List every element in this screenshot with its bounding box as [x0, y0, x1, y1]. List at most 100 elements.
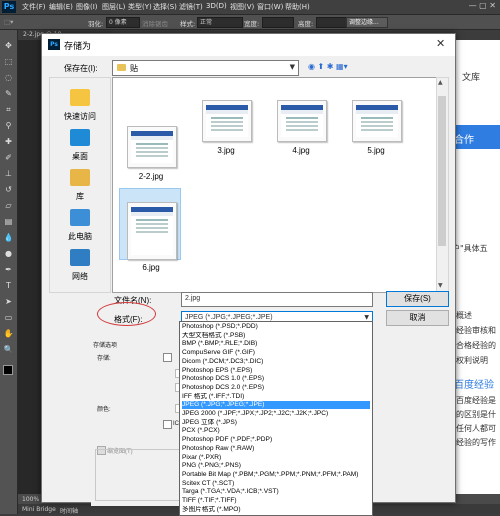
zoom-tool-icon[interactable]: 🔍: [3, 344, 14, 355]
format-option[interactable]: Photoshop DCS 2.0 (*.EPS): [182, 384, 370, 392]
shape-tool-icon[interactable]: ▭: [3, 312, 14, 323]
format-option[interactable]: JPEG 立体 (*.JPS): [182, 419, 370, 427]
width-input[interactable]: [262, 17, 294, 28]
place-desktop[interactable]: 桌面: [50, 126, 110, 168]
brush-tool-icon[interactable]: ✐: [3, 152, 14, 163]
text-tool-icon[interactable]: T: [3, 280, 14, 291]
file-list[interactable]: 2-2.jpg 3.jpg 4.jpg 5.jpg 6.jpg: [112, 77, 438, 293]
format-option[interactable]: Portable Bit Map (*.PBM;*.PGM;*.PPM;*.PN…: [182, 471, 370, 479]
back-icon[interactable]: ◉: [308, 62, 315, 71]
scrollbar-thumb[interactable]: [438, 96, 446, 246]
format-option[interactable]: Photoshop Raw (*.RAW): [182, 445, 370, 453]
menu-3d[interactable]: 3D(D): [206, 2, 227, 10]
history-brush-tool-icon[interactable]: ↺: [3, 184, 14, 195]
file-name[interactable]: 3.jpg: [196, 146, 256, 155]
move-tool-icon[interactable]: ✥: [3, 40, 14, 51]
format-option[interactable]: Scitex CT (*.SCT): [182, 480, 370, 488]
window-controls[interactable]: — ▢ ✕: [469, 1, 496, 10]
healing-tool-icon[interactable]: ✚: [3, 136, 14, 147]
format-option[interactable]: Photoshop (*.PSD;*.PDD): [182, 323, 370, 331]
menu-help[interactable]: 帮助(H): [285, 2, 310, 12]
format-option[interactable]: PNG (*.PNG;*.PNS): [182, 462, 370, 470]
format-option[interactable]: 大型文档格式 (*.PSB): [182, 332, 370, 340]
foreground-color-swatch[interactable]: [3, 365, 13, 375]
menu-layer[interactable]: 图层(L): [102, 2, 125, 12]
menu-type[interactable]: 类型(Y): [128, 2, 152, 12]
file-name[interactable]: 6.jpg: [121, 263, 181, 272]
place-computer[interactable]: 此电脑: [50, 206, 110, 248]
file-name[interactable]: 5.jpg: [346, 146, 406, 155]
scroll-up-icon[interactable]: ▲: [438, 79, 443, 86]
format-option[interactable]: 多图片格式 (*.MPO): [182, 506, 370, 514]
menu-image[interactable]: 图像(I): [76, 2, 98, 12]
place-label: 桌面: [72, 152, 88, 161]
style-select[interactable]: 正常: [197, 17, 243, 28]
format-option[interactable]: Pixar (*.PXR): [182, 454, 370, 462]
file-list-scrollbar[interactable]: ▲ ▼: [436, 77, 449, 293]
file-thumbnail[interactable]: [202, 100, 252, 142]
quick-select-tool-icon[interactable]: ✎: [3, 88, 14, 99]
quick-access-icon: [70, 89, 90, 106]
menu-view[interactable]: 视图(V): [230, 2, 254, 12]
path-select-tool-icon[interactable]: ➤: [3, 296, 14, 307]
menu-edit[interactable]: 编辑(E): [49, 2, 73, 12]
format-dropdown-list[interactable]: Photoshop (*.PSD;*.PDD) 大型文档格式 (*.PSB) BMP…: [179, 321, 373, 516]
eraser-tool-icon[interactable]: ▱: [3, 200, 14, 211]
icc-checkbox[interactable]: [163, 420, 172, 429]
dodge-tool-icon[interactable]: ●: [3, 248, 14, 259]
format-option[interactable]: PCX (*.PCX): [182, 427, 370, 435]
format-option[interactable]: IFF 格式 (*.IFF;*.TDI): [182, 393, 370, 401]
cancel-button[interactable]: 取消: [386, 310, 449, 326]
stamp-tool-icon[interactable]: ⊥: [3, 168, 14, 179]
marquee-tool-icon[interactable]: ⬚▾: [4, 18, 13, 26]
format-option[interactable]: JPEG (*.JPG;*.JPEG;*.JPE): [182, 401, 370, 410]
place-library[interactable]: 库: [50, 166, 110, 208]
store-checkbox-1[interactable]: [163, 353, 172, 362]
blur-tool-icon[interactable]: 💧: [3, 232, 14, 243]
menu-select[interactable]: 选择(S): [153, 2, 177, 12]
save-in-value: 贴: [130, 64, 138, 73]
scroll-down-icon[interactable]: ▼: [438, 282, 443, 289]
menu-window[interactable]: 窗口(W): [257, 2, 283, 12]
filename-input[interactable]: 2.jpg: [181, 292, 373, 307]
view-menu-icon[interactable]: ▦▾: [336, 62, 348, 71]
crop-tool-icon[interactable]: ⌗: [3, 104, 14, 115]
tab-mini-bridge[interactable]: Mini Bridge: [22, 506, 56, 513]
place-quick-access[interactable]: 快速访问: [50, 86, 110, 128]
up-folder-icon[interactable]: ⬆: [318, 62, 325, 71]
file-name[interactable]: 4.jpg: [271, 146, 331, 155]
format-option[interactable]: Photoshop EPS (*.EPS): [182, 367, 370, 375]
marquee-tool-icon[interactable]: ⬚: [3, 56, 14, 67]
menu-filter[interactable]: 滤镜(T): [179, 2, 203, 12]
format-option[interactable]: BMP (*.BMP;*.RLE;*.DIB): [182, 340, 370, 348]
close-icon[interactable]: ✕: [436, 37, 445, 50]
format-option[interactable]: Photoshop DCS 1.0 (*.EPS): [182, 375, 370, 383]
pen-tool-icon[interactable]: ✒: [3, 264, 14, 275]
save-button[interactable]: 保存(S): [386, 291, 449, 307]
format-option[interactable]: Photoshop PDF (*.PDF;*.PDP): [182, 436, 370, 444]
file-name[interactable]: 2-2.jpg: [121, 172, 181, 181]
eyedropper-tool-icon[interactable]: ⚲: [3, 120, 14, 131]
height-input[interactable]: [316, 17, 348, 28]
feather-input[interactable]: 0 像素: [106, 17, 140, 28]
file-thumbnail[interactable]: [127, 202, 177, 260]
menu-file[interactable]: 文件(F): [22, 2, 46, 12]
lasso-tool-icon[interactable]: ◌: [3, 72, 14, 83]
format-option[interactable]: TIFF (*.TIF;*.TIFF): [182, 497, 370, 505]
format-option[interactable]: JPEG 2000 (*.JPF;*.JPX;*.JP2;*.J2C;*.J2K…: [182, 410, 370, 418]
save-in-select[interactable]: 贴 ▼: [112, 60, 299, 76]
computer-icon: [70, 209, 90, 226]
format-option[interactable]: CompuServe GIF (*.GIF): [182, 349, 370, 357]
gradient-tool-icon[interactable]: ▤: [3, 216, 14, 227]
file-thumbnail[interactable]: [352, 100, 402, 142]
format-option[interactable]: Dicom (*.DCM;*.DC3;*.DIC): [182, 358, 370, 366]
refine-edge-button[interactable]: 调整边缘...: [346, 17, 388, 28]
hand-tool-icon[interactable]: ✋: [3, 328, 14, 339]
place-network[interactable]: 网络: [50, 246, 110, 288]
library-icon: [70, 169, 90, 186]
format-option[interactable]: Targa (*.TGA;*.VDA;*.ICB;*.VST): [182, 488, 370, 496]
file-thumbnail[interactable]: [277, 100, 327, 142]
file-thumbnail[interactable]: [127, 126, 177, 168]
new-folder-icon[interactable]: ✱: [327, 62, 334, 71]
store-label: 存储:: [97, 356, 111, 362]
